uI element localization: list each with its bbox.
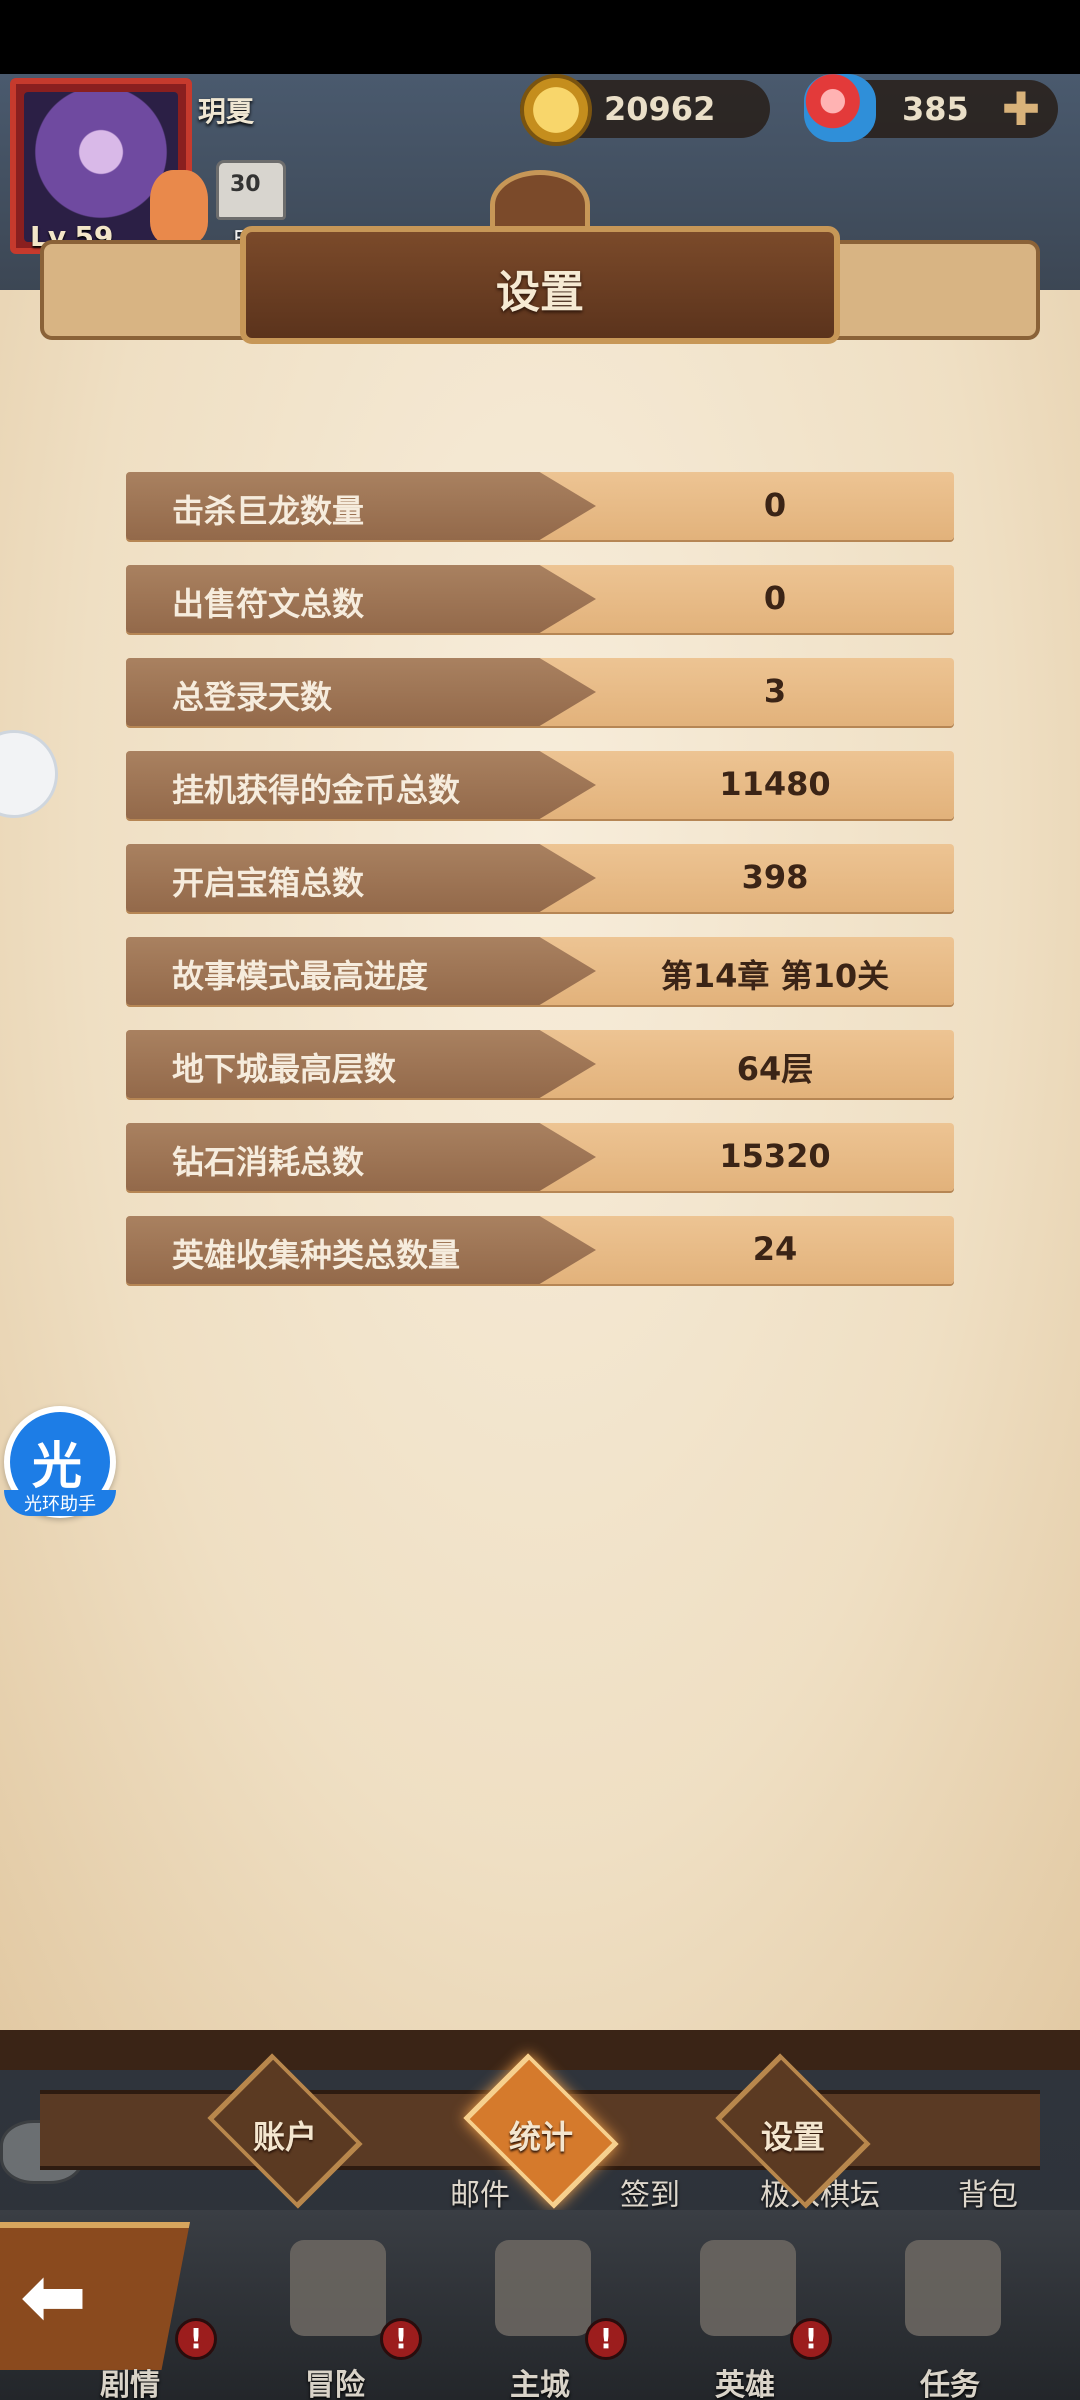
nav-label: 任务 xyxy=(920,2368,980,2400)
helmet-icon xyxy=(700,2240,796,2336)
panel-title: 设置 xyxy=(496,267,584,318)
nav-tasks[interactable]: 任务 xyxy=(855,2220,1045,2400)
nav-label: 剧情 xyxy=(100,2368,160,2400)
stat-row-runes-sold: 出售符文总数 0 xyxy=(126,565,954,633)
nav-label: 英雄 xyxy=(715,2368,775,2400)
scroll-icon xyxy=(905,2240,1001,2336)
stat-label: 地下城最高层数 xyxy=(172,1050,397,1088)
alert-icon: ! xyxy=(790,2318,832,2360)
tab-settings[interactable]: 设置 xyxy=(702,2053,932,2209)
stats-list: 击杀巨龙数量 0 出售符文总数 0 总登录天数 3 挂机获得的金币总数 1148… xyxy=(126,472,954,1309)
stat-value: 第14章 第10关 xyxy=(660,957,890,995)
tab-label: 统计 xyxy=(508,2118,573,2156)
nav-label: 冒险 xyxy=(305,2368,365,2400)
stat-row-gems-spent: 钻石消耗总数 15320 xyxy=(126,1123,954,1191)
alert-icon: ! xyxy=(175,2318,217,2360)
nav-adventure[interactable]: ! 冒险 xyxy=(240,2220,430,2400)
stat-label: 英雄收集种类总数量 xyxy=(172,1236,461,1274)
nav-main-city[interactable]: ! 主城 xyxy=(445,2220,635,2400)
stat-label: 挂机获得的金币总数 xyxy=(172,771,461,809)
stat-value: 3 xyxy=(763,672,787,710)
stat-label: 开启宝箱总数 xyxy=(172,864,365,902)
stat-value: 0 xyxy=(763,486,787,524)
nav-heroes[interactable]: ! 英雄 xyxy=(650,2220,840,2400)
stat-value: 0 xyxy=(763,579,787,617)
stat-label: 击杀巨龙数量 xyxy=(172,492,365,530)
gem-icon xyxy=(804,74,876,142)
stat-row-chests-opened: 开启宝箱总数 398 xyxy=(126,844,954,912)
tab-statistics[interactable]: 统计 xyxy=(450,2053,680,2209)
stat-label: 出售符文总数 xyxy=(172,585,365,623)
tiger-mascot-icon[interactable] xyxy=(150,170,208,244)
stat-label: 故事模式最高进度 xyxy=(172,957,429,995)
status-bar xyxy=(0,0,1080,74)
stat-row-login-days: 总登录天数 3 xyxy=(126,658,954,726)
player-name: 玥夏 xyxy=(198,95,255,128)
tab-label: 设置 xyxy=(760,2118,825,2156)
gold-value: 20962 xyxy=(604,90,716,128)
castle-icon xyxy=(495,2240,591,2336)
tab-label: 账户 xyxy=(252,2118,317,2156)
alert-icon: ! xyxy=(380,2318,422,2360)
shield-icon xyxy=(290,2240,386,2336)
stat-value: 11480 xyxy=(719,765,831,803)
stat-row-dragons-killed: 击杀巨龙数量 0 xyxy=(126,472,954,540)
gem-value: 385 xyxy=(902,90,969,128)
add-gems-button[interactable]: ✚ xyxy=(994,84,1048,138)
alert-icon: ! xyxy=(585,2318,627,2360)
stat-value: 398 xyxy=(741,858,809,896)
stat-row-dungeon-floor: 地下城最高层数 64层 xyxy=(126,1030,954,1098)
stat-value: 15320 xyxy=(719,1137,831,1175)
nav-story[interactable]: ! 剧情 xyxy=(35,2220,225,2400)
stat-value: 64层 xyxy=(736,1050,814,1088)
tab-account[interactable]: 账户 xyxy=(194,2053,424,2209)
halo-assistant-char: 光 xyxy=(32,1437,82,1495)
gold-coin-icon xyxy=(520,74,592,146)
stat-label: 总登录天数 xyxy=(172,678,333,716)
panel-bottom-border xyxy=(0,2030,1080,2070)
nav-label: 主城 xyxy=(510,2368,570,2400)
city-bag-label[interactable]: 背包 xyxy=(958,2170,1018,2214)
halo-assistant-label: 光环助手 xyxy=(4,1490,116,1516)
stat-label: 钻石消耗总数 xyxy=(172,1143,365,1181)
stat-value: 24 xyxy=(752,1230,798,1268)
stat-row-idle-gold: 挂机获得的金币总数 11480 xyxy=(126,751,954,819)
month-card-number: 30 xyxy=(230,172,261,197)
stat-row-story-progress: 故事模式最高进度 第14章 第10关 xyxy=(126,937,954,1005)
halo-assistant-button[interactable]: 光 光环助手 xyxy=(4,1406,116,1518)
stat-row-heroes-collected: 英雄收集种类总数量 24 xyxy=(126,1216,954,1284)
